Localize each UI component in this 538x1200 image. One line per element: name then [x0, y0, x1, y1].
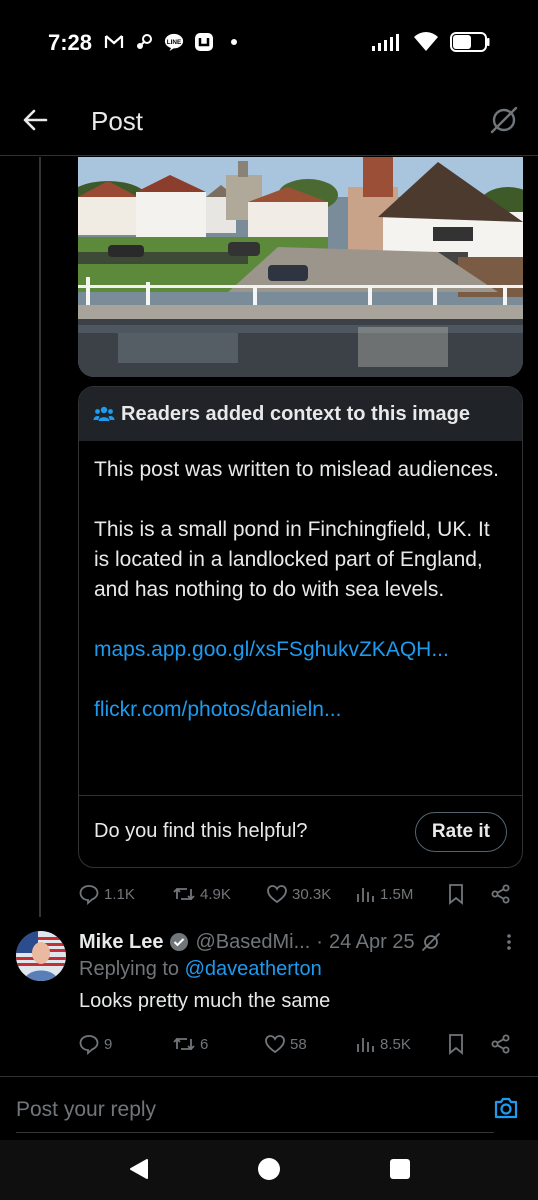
system-navigation-bar [0, 1140, 538, 1200]
reply-action[interactable]: 1.1K [78, 883, 135, 905]
page-title: Post [91, 106, 144, 136]
views-count: 8.5K [380, 1035, 411, 1053]
repost-action[interactable]: 4.9K [172, 883, 231, 905]
divider [0, 1076, 538, 1077]
heart-icon [265, 1035, 285, 1054]
status-time: 7:28 [48, 30, 93, 55]
camera-icon [494, 1097, 518, 1119]
comment-icon [79, 1035, 99, 1055]
back-button[interactable] [20, 104, 52, 136]
views-icon [357, 1038, 374, 1052]
repost-count: 4.9K [200, 885, 231, 903]
dot-separator: · [316, 930, 323, 953]
grok-icon[interactable] [421, 932, 441, 952]
like-action[interactable]: 58 [264, 1033, 307, 1055]
bookmark-icon [449, 1034, 463, 1055]
user-avatar-image [16, 931, 66, 981]
reply-count: 1.1K [104, 885, 135, 903]
bookmark-icon [449, 884, 463, 905]
repost-icon [173, 887, 195, 901]
line-icon: LINE [164, 32, 184, 52]
steam-icon [134, 32, 154, 52]
reply-action-bar: 9 6 58 8.5K [78, 1029, 523, 1059]
share-action[interactable] [490, 1033, 512, 1055]
post-image[interactable] [78, 157, 523, 377]
gmail-icon [104, 32, 124, 52]
reply-author-handle[interactable]: @BasedMi... [195, 931, 310, 954]
repost-count: 6 [200, 1035, 209, 1053]
rate-it-button[interactable]: Rate it [414, 811, 507, 852]
community-note-body: This post was written to mislead audienc… [79, 441, 522, 725]
bookmark-action[interactable] [446, 883, 466, 905]
svg-text:LINE: LINE [167, 39, 182, 46]
triangle-back-icon [130, 1159, 148, 1179]
reply-text: Looks pretty much the same [79, 990, 331, 1012]
community-note: Readers added context to this image This… [78, 386, 523, 868]
pond-village-photo [78, 157, 523, 377]
status-system-icons [370, 32, 490, 57]
share-icon [491, 1034, 510, 1054]
more-options-button[interactable] [506, 932, 516, 958]
bookmark-action[interactable] [446, 1033, 466, 1055]
reply-header: Mike Lee @BasedMi... · 24 Apr 25 [79, 928, 441, 956]
views-icon [357, 888, 374, 902]
arrow-left-icon [23, 109, 48, 131]
composer-underline [16, 1132, 494, 1133]
community-note-title: Readers added context to this image [121, 402, 470, 425]
community-note-header: Readers added context to this image [79, 387, 522, 441]
heart-icon [267, 885, 287, 904]
replying-to: Replying to @daveatherton [79, 958, 322, 981]
nav-home-button[interactable] [258, 1158, 280, 1180]
post-action-bar: 1.1K 4.9K 30.3K 1.5M [78, 879, 523, 909]
reply-composer [0, 1080, 538, 1140]
replying-prefix: Replying to [79, 958, 180, 980]
reply-date: 24 Apr 25 [328, 930, 415, 953]
nav-recents-button[interactable] [390, 1159, 410, 1179]
battery-icon [450, 32, 490, 57]
like-action[interactable]: 30.3K [266, 883, 331, 905]
like-count: 58 [290, 1035, 307, 1053]
verified-badge-icon [170, 933, 189, 951]
share-action[interactable] [490, 883, 512, 905]
dot-icon [224, 32, 244, 52]
reply-input[interactable] [16, 1094, 436, 1126]
signal-icon [370, 32, 402, 57]
status-bar: 7:28 LINE [0, 0, 538, 88]
grok-icon [490, 106, 518, 134]
reply-action[interactable]: 9 [78, 1033, 112, 1055]
thread-line [39, 157, 41, 917]
grok-button[interactable] [488, 104, 520, 136]
views-action[interactable]: 8.5K [354, 1033, 411, 1055]
camera-button[interactable] [492, 1094, 520, 1122]
views-action[interactable]: 1.5M [354, 883, 413, 905]
community-note-footer: Do you find this helpful? Rate it [79, 795, 522, 867]
app-icon [194, 32, 214, 52]
reply-count: 9 [104, 1035, 113, 1053]
note-paragraph: This post was written to mislead audienc… [94, 458, 500, 481]
share-icon [491, 884, 510, 904]
comment-icon [79, 885, 99, 905]
note-paragraph: This is a small pond in Finchingfield, U… [94, 518, 490, 601]
more-vertical-icon [507, 934, 511, 950]
wifi-icon [414, 32, 438, 57]
replying-mention[interactable]: @daveatherton [185, 958, 322, 980]
helpful-question: Do you find this helpful? [94, 820, 308, 842]
people-icon [93, 406, 115, 421]
reply-author-name[interactable]: Mike Lee [79, 931, 163, 954]
repost-icon [173, 1037, 195, 1051]
nav-back-button[interactable] [128, 1158, 150, 1185]
like-count: 30.3K [292, 885, 332, 903]
note-link-maps[interactable]: maps.app.goo.gl/xsFSghukvZKAQH... [94, 635, 508, 665]
status-notification-icons: LINE [104, 32, 244, 52]
note-link-flickr[interactable]: flickr.com/photos/danieln... [94, 695, 508, 725]
avatar[interactable] [16, 931, 66, 981]
top-app-bar: Post [0, 88, 538, 156]
views-count: 1.5M [380, 885, 414, 903]
repost-action[interactable]: 6 [172, 1033, 208, 1055]
